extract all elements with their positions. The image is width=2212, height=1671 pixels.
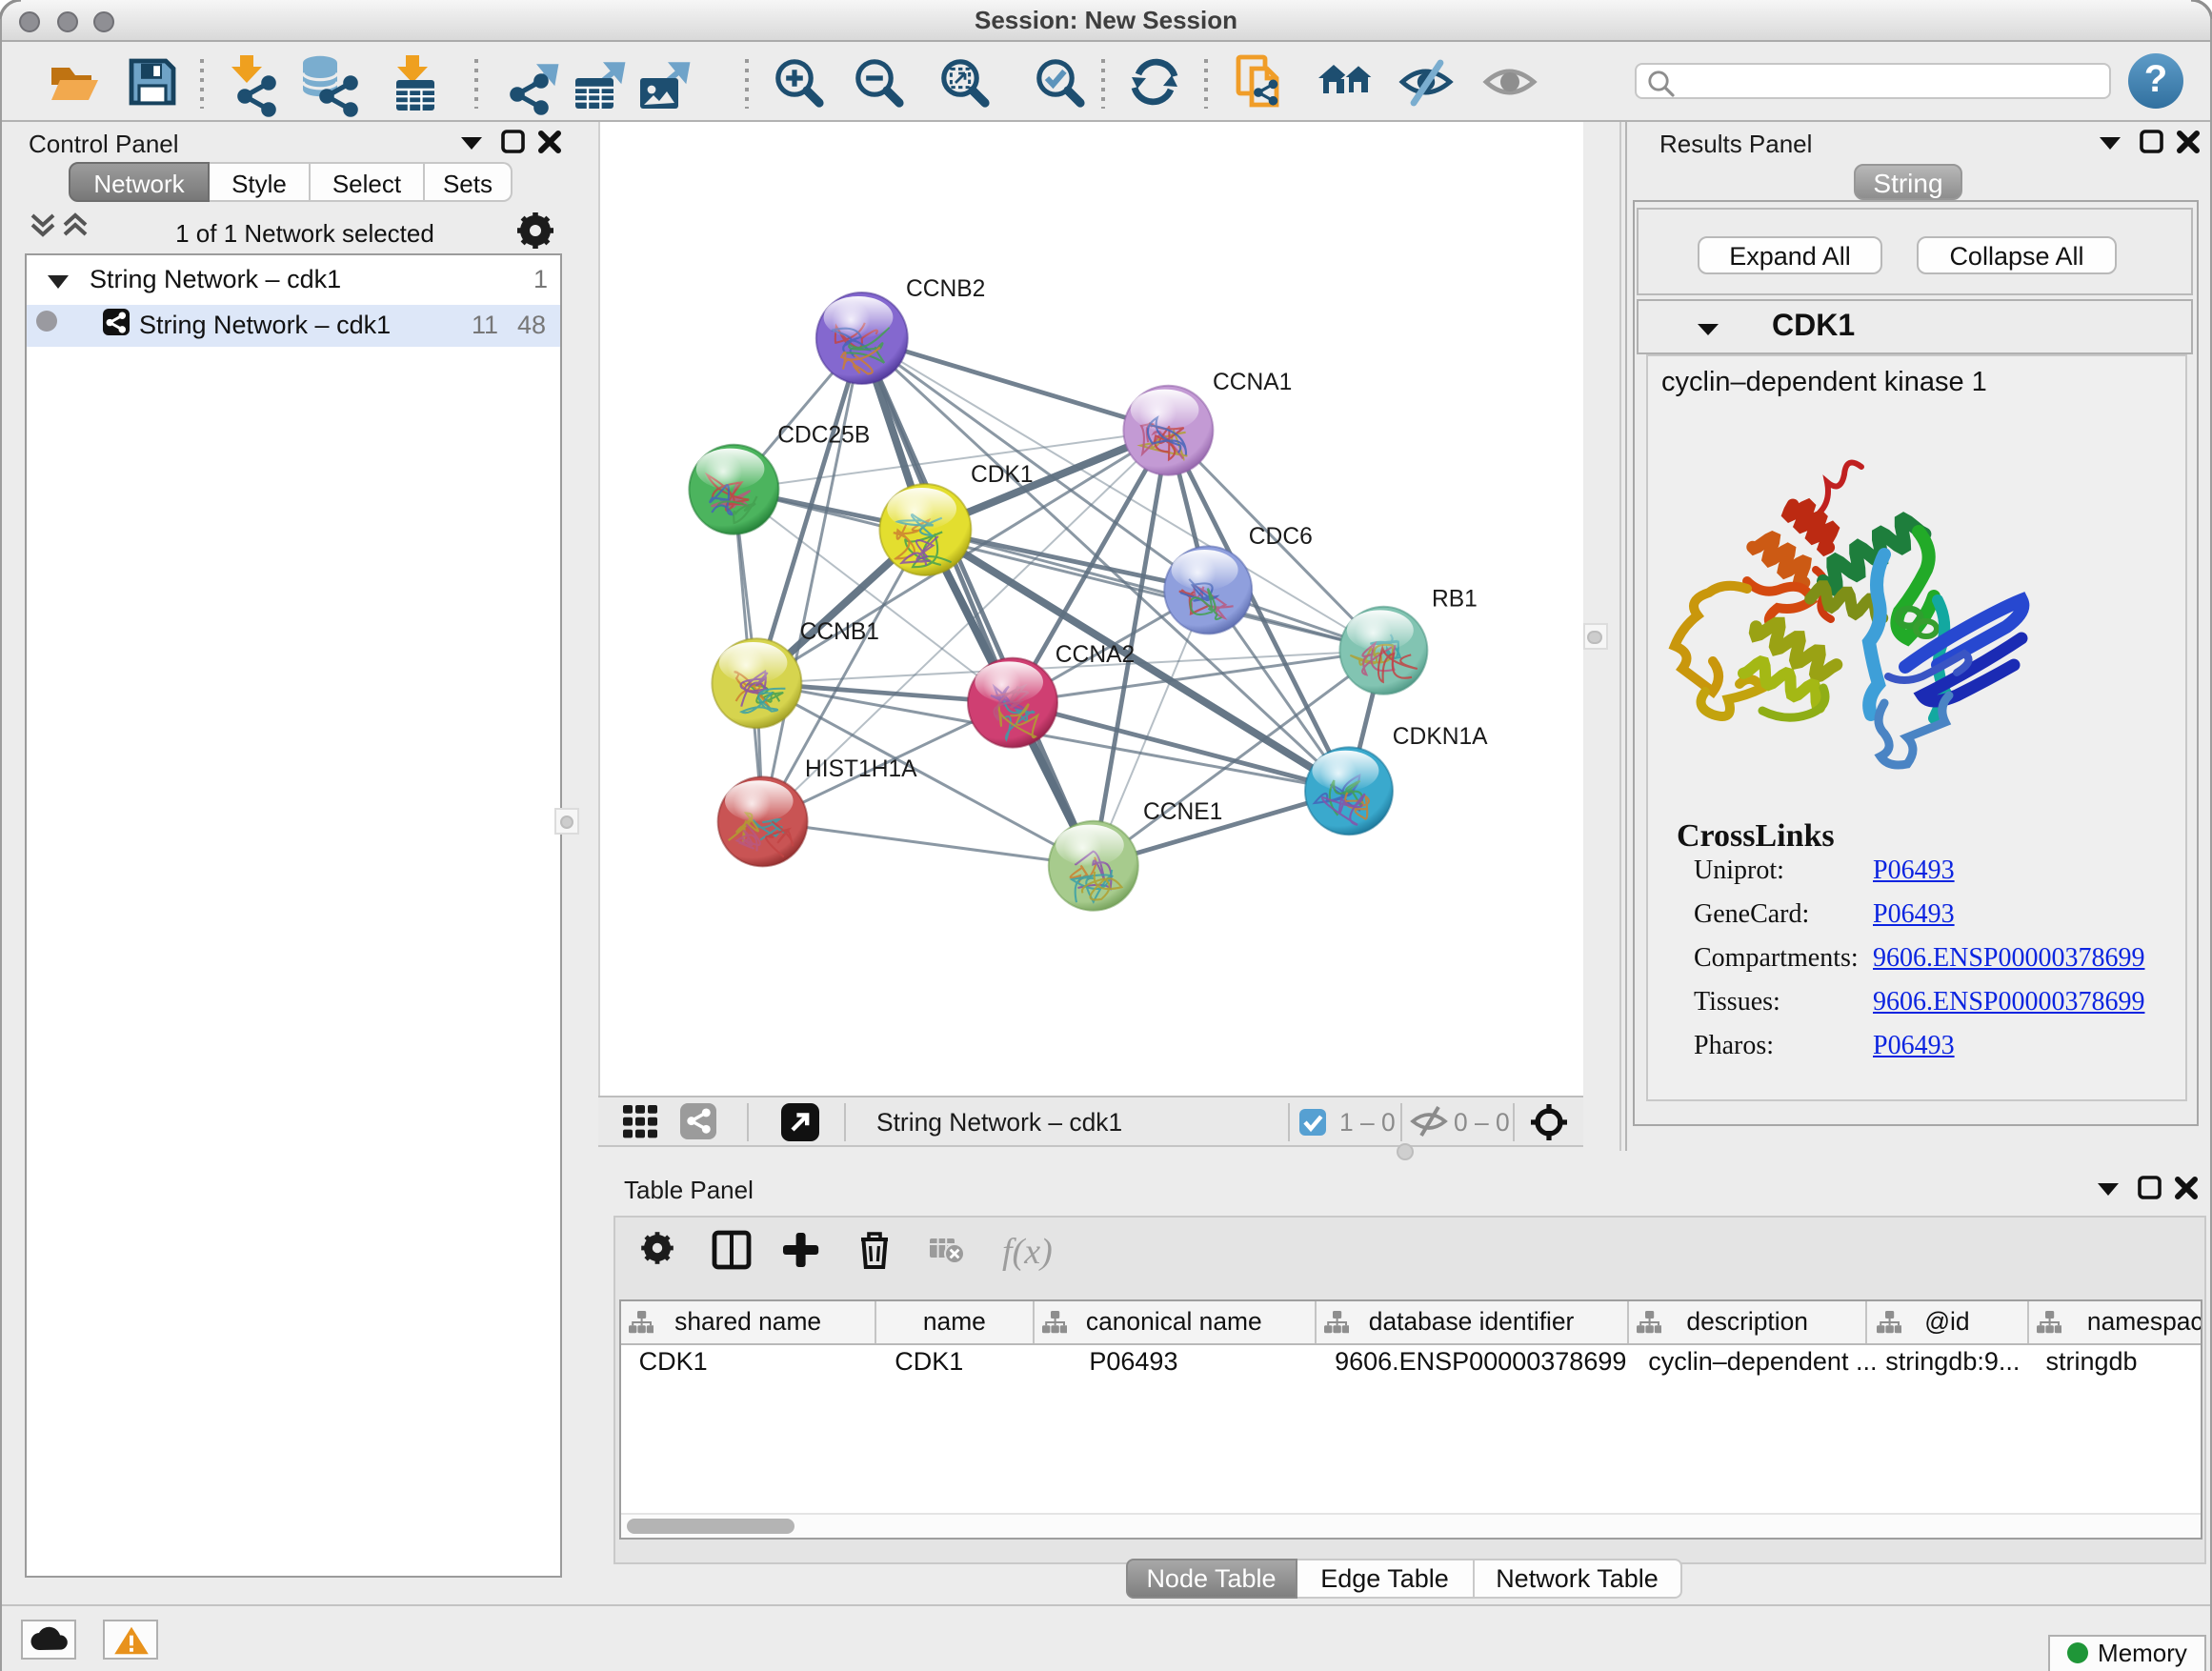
- svg-text:CDC6: CDC6: [1248, 524, 1312, 550]
- svg-text:CCNB2: CCNB2: [905, 276, 984, 302]
- svg-text:0 – 0: 0 – 0: [1453, 1107, 1509, 1136]
- svg-text:1 – 0: 1 – 0: [1338, 1107, 1395, 1136]
- svg-text:RB1: RB1: [1431, 586, 1477, 612]
- svg-text:CCNE1: CCNE1: [1142, 799, 1221, 825]
- svg-text:HIST1H1A: HIST1H1A: [804, 756, 916, 782]
- svg-text:f(x): f(x): [1001, 1232, 1052, 1272]
- svg-text:String Network – cdk1: String Network – cdk1: [875, 1107, 1121, 1136]
- svg-text:CCNA1: CCNA1: [1212, 370, 1291, 395]
- svg-text:CDC25B: CDC25B: [776, 423, 869, 449]
- svg-text:CCNA2: CCNA2: [1055, 642, 1134, 668]
- svg-text:CCNB1: CCNB1: [799, 619, 878, 645]
- svg-text:CDKN1A: CDKN1A: [1392, 724, 1487, 750]
- svg-text:CDK1: CDK1: [970, 462, 1033, 488]
